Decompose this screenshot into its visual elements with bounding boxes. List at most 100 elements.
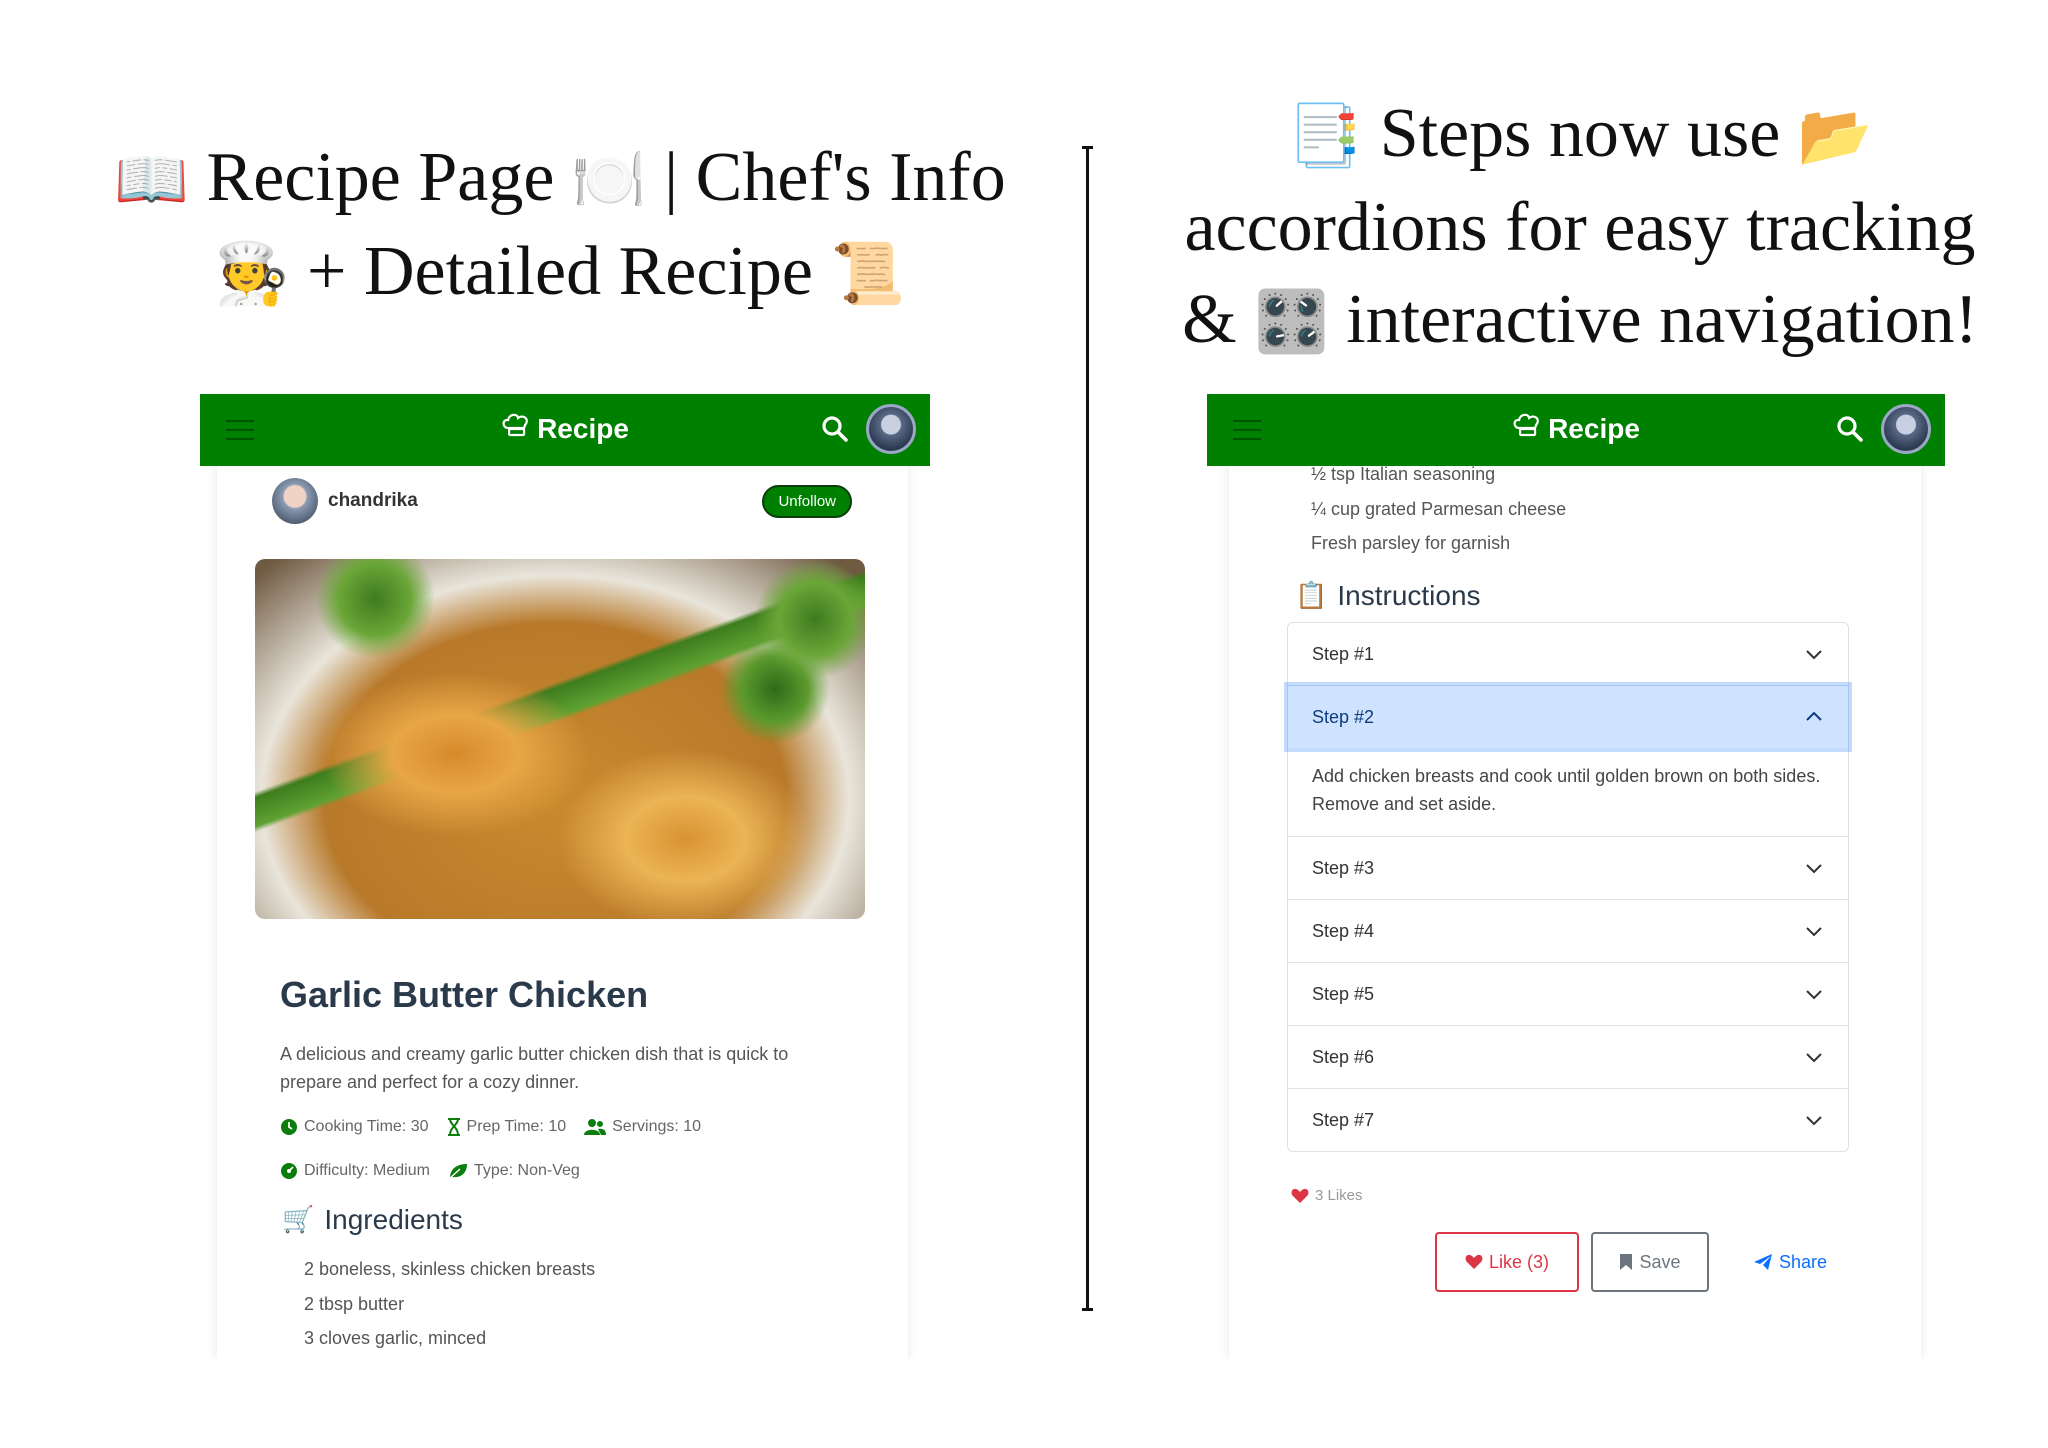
prep-time: Prep Time: 10 (447, 1118, 567, 1136)
cooking-time: Cooking Time: 30 (280, 1118, 429, 1136)
accordion-header-step-4[interactable]: Step #4 (1288, 900, 1848, 962)
meta-row-1: Cooking Time: 30 Prep Time: 10 Servings:… (280, 1118, 701, 1136)
accordion-header-step-3[interactable]: Step #3 (1288, 837, 1848, 899)
steps-accordion: Step #1 Step #2 Add chicken breasts and … (1287, 622, 1849, 1152)
chevron-down-icon (1806, 1053, 1822, 1063)
likes-count: 3 Likes (1291, 1187, 1363, 1204)
meta-row-2: Difficulty: Medium Type: Non-Veg (280, 1162, 580, 1180)
recipe-page-screen: Recipe chandrika Unfollow Garlic Butter … (200, 394, 930, 1359)
accordion-header-step-5[interactable]: Step #5 (1288, 963, 1848, 1025)
step-label: Step #3 (1312, 857, 1375, 878)
navbar: Recipe (1207, 394, 1945, 466)
share-button-label: Share (1778, 1251, 1828, 1272)
accordion-header-step-6[interactable]: Step #6 (1288, 1026, 1848, 1088)
search-icon[interactable] (1835, 414, 1865, 444)
step-label: Step #2 (1312, 706, 1375, 727)
clipboard-icon: 📋 (1295, 581, 1328, 611)
plate-icon: 🍽️ (571, 145, 647, 215)
heart-icon (1465, 1254, 1483, 1269)
headline-right-line3: & 🎛️ interactive navigation! (1150, 274, 2010, 368)
chevron-down-icon (1806, 990, 1822, 1000)
ingredients-list: ½ tsp Italian seasoning ¼ cup grated Par… (1311, 457, 1566, 561)
brand-label: Recipe (537, 412, 629, 444)
servings-text: Servings: 10 (612, 1118, 702, 1135)
prep-time-text: Prep Time: 10 (466, 1118, 567, 1135)
ingredient-item: 3 cloves garlic, minced (304, 1328, 487, 1348)
search-icon[interactable] (820, 414, 850, 444)
accordion-item-step-5: Step #5 (1288, 963, 1848, 1026)
like-button-label: Like (3) (1488, 1251, 1550, 1272)
author-row: chandrika Unfollow (272, 476, 852, 526)
scroll-icon: 📜 (830, 239, 906, 309)
instructions-screen: ½ tsp Italian seasoning ¼ cup grated Par… (1207, 394, 1945, 1359)
headline-right: 📑 Steps now use 📂 accordions for easy tr… (1150, 88, 2010, 368)
book-icon: 📖 (114, 145, 189, 215)
shopping-cart-icon: 🛒 (282, 1205, 315, 1235)
headline-right-text-d: interactive navigation! (1346, 281, 1978, 358)
chevron-up-icon (1806, 711, 1822, 721)
recipe-type-text: Type: Non-Veg (473, 1162, 580, 1179)
author-avatar[interactable] (272, 478, 318, 524)
unfollow-button[interactable]: Unfollow (762, 484, 852, 518)
chef-hat-icon (1512, 412, 1542, 445)
accordion-item-step-1: Step #1 (1288, 623, 1848, 686)
save-button[interactable]: Save (1591, 1232, 1709, 1292)
navbar: Recipe (200, 394, 930, 466)
heart-icon (1291, 1188, 1309, 1203)
step-label: Step #7 (1312, 1109, 1375, 1130)
headline-left-line1: 📖 Recipe Page 🍽️ | Chef's Info (110, 132, 1010, 226)
headline-left: 📖 Recipe Page 🍽️ | Chef's Info 🧑‍🍳 + Det… (110, 132, 1010, 320)
ingredients-heading-text: Ingredients (324, 1204, 463, 1235)
chef-hat-icon (501, 412, 531, 445)
cooking-time-text: Cooking Time: 30 (304, 1118, 429, 1135)
headline-left-line2: 🧑‍🍳 + Detailed Recipe 📜 (110, 226, 1010, 320)
author-name[interactable]: chandrika (328, 490, 418, 512)
difficulty-text: Difficulty: Medium (304, 1162, 430, 1179)
control-panel-icon: 🎛️ (1254, 287, 1329, 357)
hourglass-icon (447, 1118, 460, 1136)
step-label: Step #5 (1312, 983, 1375, 1004)
users-icon (584, 1119, 607, 1135)
accordion-item-step-6: Step #6 (1288, 1026, 1848, 1089)
step-label: Step #6 (1312, 1046, 1375, 1067)
menu-toggle-icon[interactable] (1233, 414, 1265, 446)
accordion-body-step-2: Add chicken breasts and cook until golde… (1312, 766, 1821, 814)
menu-toggle-icon[interactable] (226, 414, 258, 446)
accordion-header-step-7[interactable]: Step #7 (1288, 1089, 1848, 1151)
bookmark-icon (1620, 1254, 1633, 1270)
user-avatar[interactable] (866, 404, 916, 454)
ingredients-heading: 🛒 Ingredients (282, 1204, 463, 1236)
step-label: Step #4 (1312, 920, 1375, 941)
step-label: Step #1 (1312, 643, 1375, 664)
accordion-header-step-1[interactable]: Step #1 (1288, 623, 1848, 685)
share-button[interactable]: Share (1735, 1232, 1845, 1292)
gauge-icon (281, 1163, 297, 1179)
paper-plane-icon (1753, 1254, 1772, 1270)
ingredient-item: Fresh parsley for garnish (1311, 533, 1511, 553)
like-button[interactable]: Like (3) (1435, 1232, 1579, 1292)
recipe-image (255, 559, 865, 919)
accordion-item-step-2: Step #2 Add chicken breasts and cook unt… (1288, 686, 1848, 837)
headline-left-text-c: + Detailed Recipe (307, 233, 813, 310)
brand-link[interactable]: Recipe (501, 412, 629, 445)
clock-icon (281, 1119, 297, 1135)
ingredient-item: ¼ cup grated Parmesan cheese (1311, 498, 1567, 519)
action-buttons: Like (3) Save Share (1435, 1232, 1845, 1292)
folder-icon: 📂 (1797, 101, 1873, 171)
brand-link[interactable]: Recipe (1512, 412, 1640, 445)
headline-left-text-b: | Chef's Info (664, 139, 1006, 216)
headline-right-text-c: & (1182, 281, 1237, 358)
headline-right-line1: 📑 Steps now use 📂 (1150, 88, 2010, 182)
headline-right-text-a: Steps now use (1379, 95, 1781, 172)
headline-right-text-b: accordions for easy tracking (1184, 189, 1976, 266)
chevron-down-icon (1806, 1116, 1822, 1126)
accordion-header-step-2[interactable]: Step #2 (1288, 686, 1848, 748)
recipe-type: Type: Non-Veg (448, 1162, 580, 1180)
user-avatar[interactable] (1881, 404, 1931, 454)
leaf-icon (448, 1164, 467, 1180)
servings: Servings: 10 (584, 1118, 701, 1136)
ingredient-item: 2 boneless, skinless chicken breasts (304, 1259, 596, 1279)
vertical-divider (1082, 146, 1093, 1311)
accordion-item-step-7: Step #7 (1288, 1089, 1848, 1151)
accordion-item-step-4: Step #4 (1288, 900, 1848, 963)
